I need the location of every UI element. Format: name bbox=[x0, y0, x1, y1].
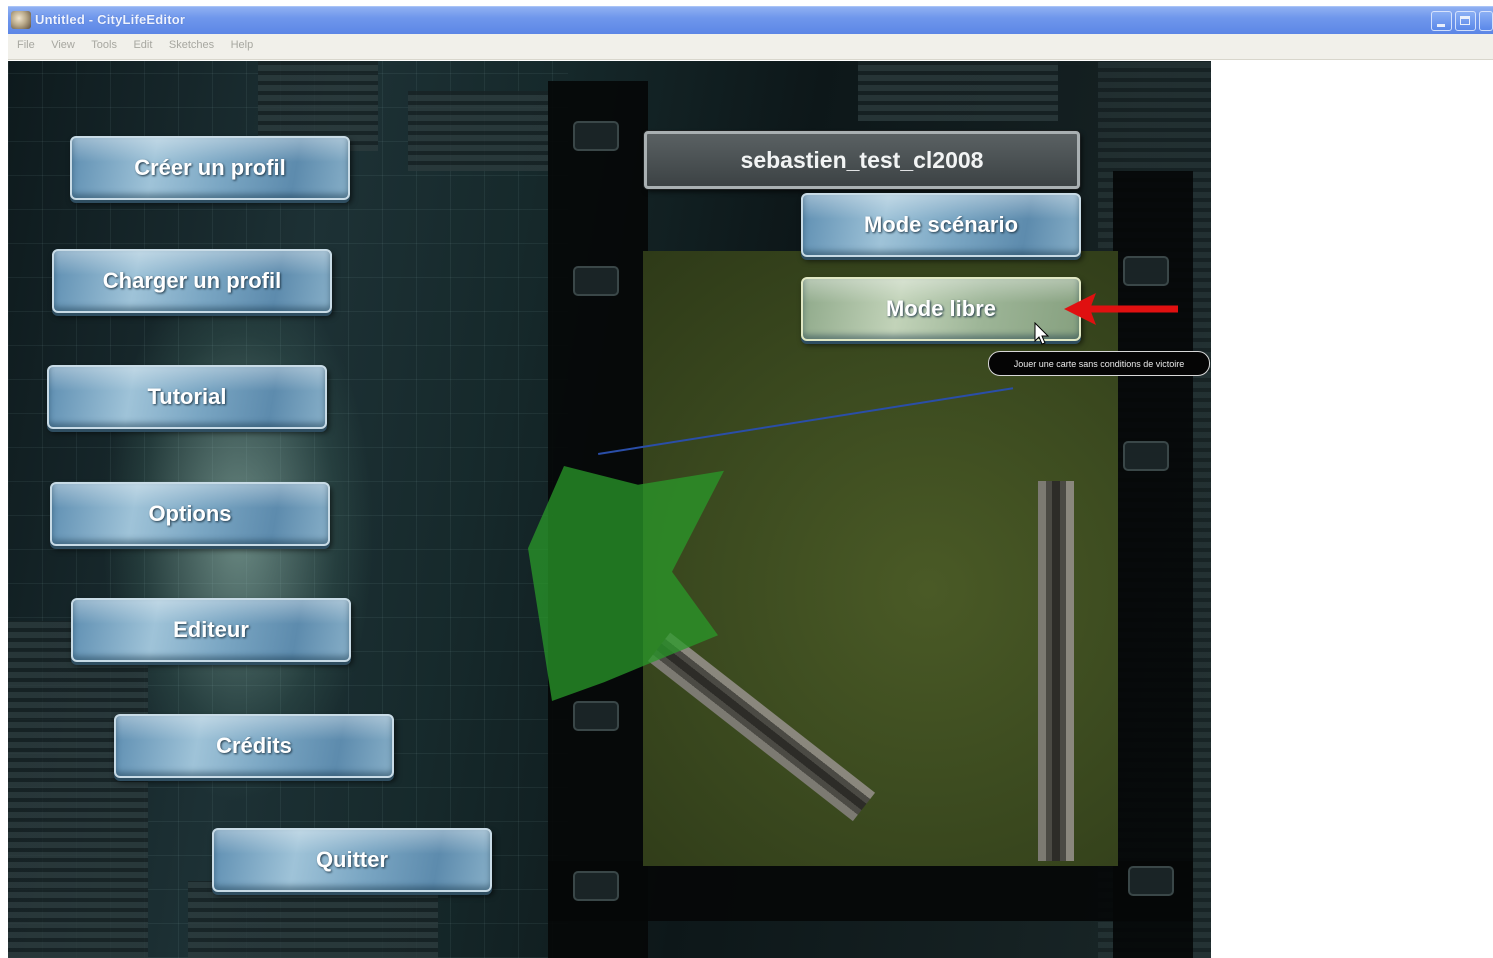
film-hole bbox=[1128, 866, 1174, 896]
film-strip-bottom bbox=[548, 861, 1193, 921]
scenario-mode-button[interactable]: Mode scénario bbox=[801, 193, 1081, 257]
background-building bbox=[8, 621, 148, 958]
map-road bbox=[1038, 481, 1074, 861]
menu-view[interactable]: View bbox=[48, 39, 78, 51]
window-title: Untitled - CityLifeEditor bbox=[35, 12, 186, 27]
background-building bbox=[188, 881, 438, 958]
film-hole bbox=[573, 121, 619, 151]
film-hole bbox=[573, 701, 619, 731]
load-profile-button[interactable]: Charger un profil bbox=[52, 249, 332, 313]
menu-bar: File View Tools Edit Sketches Help bbox=[8, 34, 1493, 60]
maximize-icon[interactable] bbox=[1455, 11, 1476, 31]
menu-help[interactable]: Help bbox=[228, 39, 257, 51]
film-hole bbox=[573, 266, 619, 296]
film-hole bbox=[1123, 256, 1169, 286]
title-bar: Untitled - CityLifeEditor bbox=[8, 6, 1493, 34]
tutorial-button[interactable]: Tutorial bbox=[47, 365, 327, 429]
options-button[interactable]: Options bbox=[50, 482, 330, 546]
background-building bbox=[408, 91, 548, 171]
menu-file[interactable]: File bbox=[14, 39, 38, 51]
film-hole bbox=[573, 871, 619, 901]
menu-sketches[interactable]: Sketches bbox=[166, 39, 217, 51]
profile-name-display: sebastien_test_cl2008 bbox=[644, 131, 1080, 189]
menu-tools[interactable]: Tools bbox=[88, 39, 120, 51]
close-icon[interactable] bbox=[1479, 11, 1493, 31]
create-profile-button[interactable]: Créer un profil bbox=[70, 136, 350, 200]
credits-button[interactable]: Crédits bbox=[114, 714, 394, 778]
arrow-left-icon bbox=[1064, 293, 1178, 325]
background-building bbox=[858, 61, 1058, 121]
quit-button[interactable]: Quitter bbox=[212, 828, 492, 892]
film-hole bbox=[1123, 441, 1169, 471]
app-icon[interactable] bbox=[11, 11, 31, 29]
mouse-cursor-icon bbox=[1034, 322, 1050, 345]
minimize-icon[interactable] bbox=[1431, 11, 1452, 31]
free-mode-tooltip: Jouer une carte sans conditions de victo… bbox=[988, 351, 1210, 376]
menu-edit[interactable]: Edit bbox=[130, 39, 155, 51]
editor-button[interactable]: Editeur bbox=[71, 598, 351, 662]
